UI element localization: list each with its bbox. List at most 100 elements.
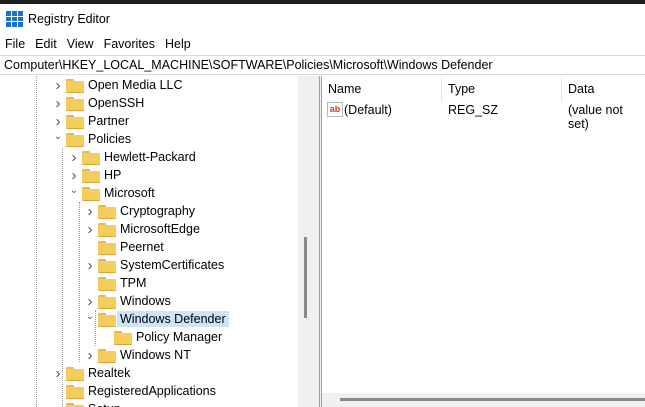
folder-icon <box>66 402 84 407</box>
chevron-down-icon[interactable]: ⌄ <box>84 311 96 322</box>
chevron-right-icon[interactable]: › <box>52 365 64 382</box>
column-divider[interactable] <box>441 78 442 102</box>
tree-node-label: Setup <box>88 402 121 407</box>
tree-node-label: SystemCertificates <box>120 258 225 272</box>
registry-tree: › Open Media LLC › OpenSSH › Partner ⌄ Policies… <box>0 76 298 407</box>
tree-guide-line <box>36 76 37 407</box>
chevron-right-icon[interactable]: › <box>84 203 96 220</box>
chevron-right-icon[interactable]: › <box>84 257 96 274</box>
chevron-right-icon[interactable]: › <box>84 293 96 310</box>
folder-icon <box>98 258 116 273</box>
chevron-down-icon[interactable]: ⌄ <box>52 131 64 142</box>
folder-icon <box>114 330 132 345</box>
chevron-right-icon[interactable]: › <box>52 401 64 407</box>
tree-node[interactable]: ⌄ Windows Defender <box>84 310 229 328</box>
tree-node[interactable]: Peernet <box>84 238 164 256</box>
menu-help[interactable]: Help <box>160 37 196 51</box>
tree-node-label: RegisteredApplications <box>88 384 216 398</box>
menu-favorites[interactable]: Favorites <box>99 37 160 51</box>
tree-node[interactable]: › MicrosoftEdge <box>84 220 200 238</box>
tree-node-label: Peernet <box>120 240 164 254</box>
tree-node[interactable]: › Hewlett-Packard <box>68 148 196 166</box>
tree-guide-line <box>79 202 80 362</box>
chevron-right-icon[interactable]: › <box>68 149 80 166</box>
tree-node[interactable]: › Windows NT <box>84 346 191 364</box>
scrollbar-thumb[interactable] <box>304 237 307 318</box>
window-title: Registry Editor <box>28 12 110 26</box>
tree-node[interactable]: › HP <box>68 166 122 184</box>
tree-node-label: HP <box>104 168 122 182</box>
menu-edit[interactable]: Edit <box>30 37 62 51</box>
tree-node-label: Windows NT <box>120 348 191 362</box>
title-bar: Registry Editor <box>0 4 645 34</box>
string-value-icon: ab <box>327 102 343 117</box>
tree-node[interactable]: › Cryptography <box>84 202 196 220</box>
menu-file[interactable]: File <box>0 37 30 51</box>
column-divider[interactable] <box>561 78 562 102</box>
chevron-right-icon[interactable]: › <box>52 113 64 130</box>
tree-node[interactable]: › OpenSSH <box>52 94 145 112</box>
tree-node-label: Policy Manager <box>136 330 223 344</box>
menu-view[interactable]: View <box>62 37 99 51</box>
folder-icon <box>82 168 100 183</box>
value-type: REG_SZ <box>448 103 499 117</box>
tree-node-label: Cryptography <box>120 204 196 218</box>
tree-node-label: Windows <box>120 294 171 308</box>
chevron-right-icon[interactable]: › <box>68 167 80 184</box>
tree-node-label: Realtek <box>88 366 131 380</box>
tree-node-label: OpenSSH <box>88 96 145 110</box>
menu-bar: File Edit View Favorites Help <box>0 34 196 54</box>
tree-node[interactable]: › Setup <box>52 400 121 407</box>
folder-icon <box>98 276 116 291</box>
value-row[interactable]: ab (Default) REG_SZ (value not set) <box>322 101 645 131</box>
folder-icon <box>82 150 100 165</box>
column-header-name[interactable]: Name <box>328 82 361 96</box>
values-list: Name Type Data ab (Default) REG_SZ (valu… <box>322 76 645 407</box>
tree-node-label: Microsoft <box>104 186 155 200</box>
tree-node[interactable]: Policy Manager <box>100 328 222 346</box>
chevron-right-icon[interactable]: › <box>52 77 64 94</box>
folder-icon <box>98 348 116 363</box>
tree-node-label: Policies <box>88 132 132 146</box>
tree-node-label: Windows Defender <box>117 311 229 327</box>
folder-icon <box>98 240 116 255</box>
chevron-down-icon[interactable]: ⌄ <box>68 185 80 196</box>
values-horizontal-scrollbar[interactable] <box>322 393 645 407</box>
tree-node-label: Hewlett-Packard <box>104 150 196 164</box>
value-data: (value not set) <box>568 103 623 131</box>
tree-node-label: Open Media LLC <box>88 78 183 92</box>
tree-node[interactable]: ⌄ Microsoft <box>68 184 155 202</box>
tree-node[interactable]: › Windows <box>84 292 171 310</box>
folder-icon <box>98 294 116 309</box>
folder-icon <box>66 114 84 129</box>
folder-icon <box>66 78 84 93</box>
tree-vertical-scrollbar[interactable] <box>298 76 315 407</box>
tree-node[interactable]: › SystemCertificates <box>84 256 225 274</box>
tree-node-label: MicrosoftEdge <box>120 222 200 236</box>
folder-icon <box>98 222 116 237</box>
column-headers: Name Type Data <box>322 78 645 102</box>
registry-editor-icon <box>6 11 23 27</box>
folder-icon <box>66 366 84 381</box>
column-header-type[interactable]: Type <box>448 82 475 96</box>
tree-node[interactable]: › Partner <box>52 112 130 130</box>
chevron-right-icon[interactable]: › <box>84 347 96 364</box>
folder-icon <box>66 384 84 399</box>
column-header-data[interactable]: Data <box>568 82 594 96</box>
folder-icon <box>66 96 84 111</box>
folder-icon <box>98 204 116 219</box>
tree-node[interactable]: RegisteredApplications <box>52 382 216 400</box>
chevron-right-icon[interactable]: › <box>84 221 96 238</box>
folder-icon <box>98 312 116 327</box>
tree-node[interactable]: › Open Media LLC <box>52 76 183 94</box>
chevron-right-icon[interactable]: › <box>52 95 64 112</box>
tree-node[interactable]: › Realtek <box>52 364 131 382</box>
pane-splitter[interactable] <box>315 76 322 407</box>
folder-icon <box>82 186 100 201</box>
value-name: (Default) <box>344 103 392 117</box>
tree-node[interactable]: ⌄ Policies <box>52 130 131 148</box>
address-bar[interactable]: Computer\HKEY_LOCAL_MACHINE\SOFTWARE\Pol… <box>0 55 645 75</box>
folder-icon <box>66 132 84 147</box>
scrollbar-thumb[interactable] <box>340 398 645 401</box>
tree-node[interactable]: TPM <box>84 274 146 292</box>
